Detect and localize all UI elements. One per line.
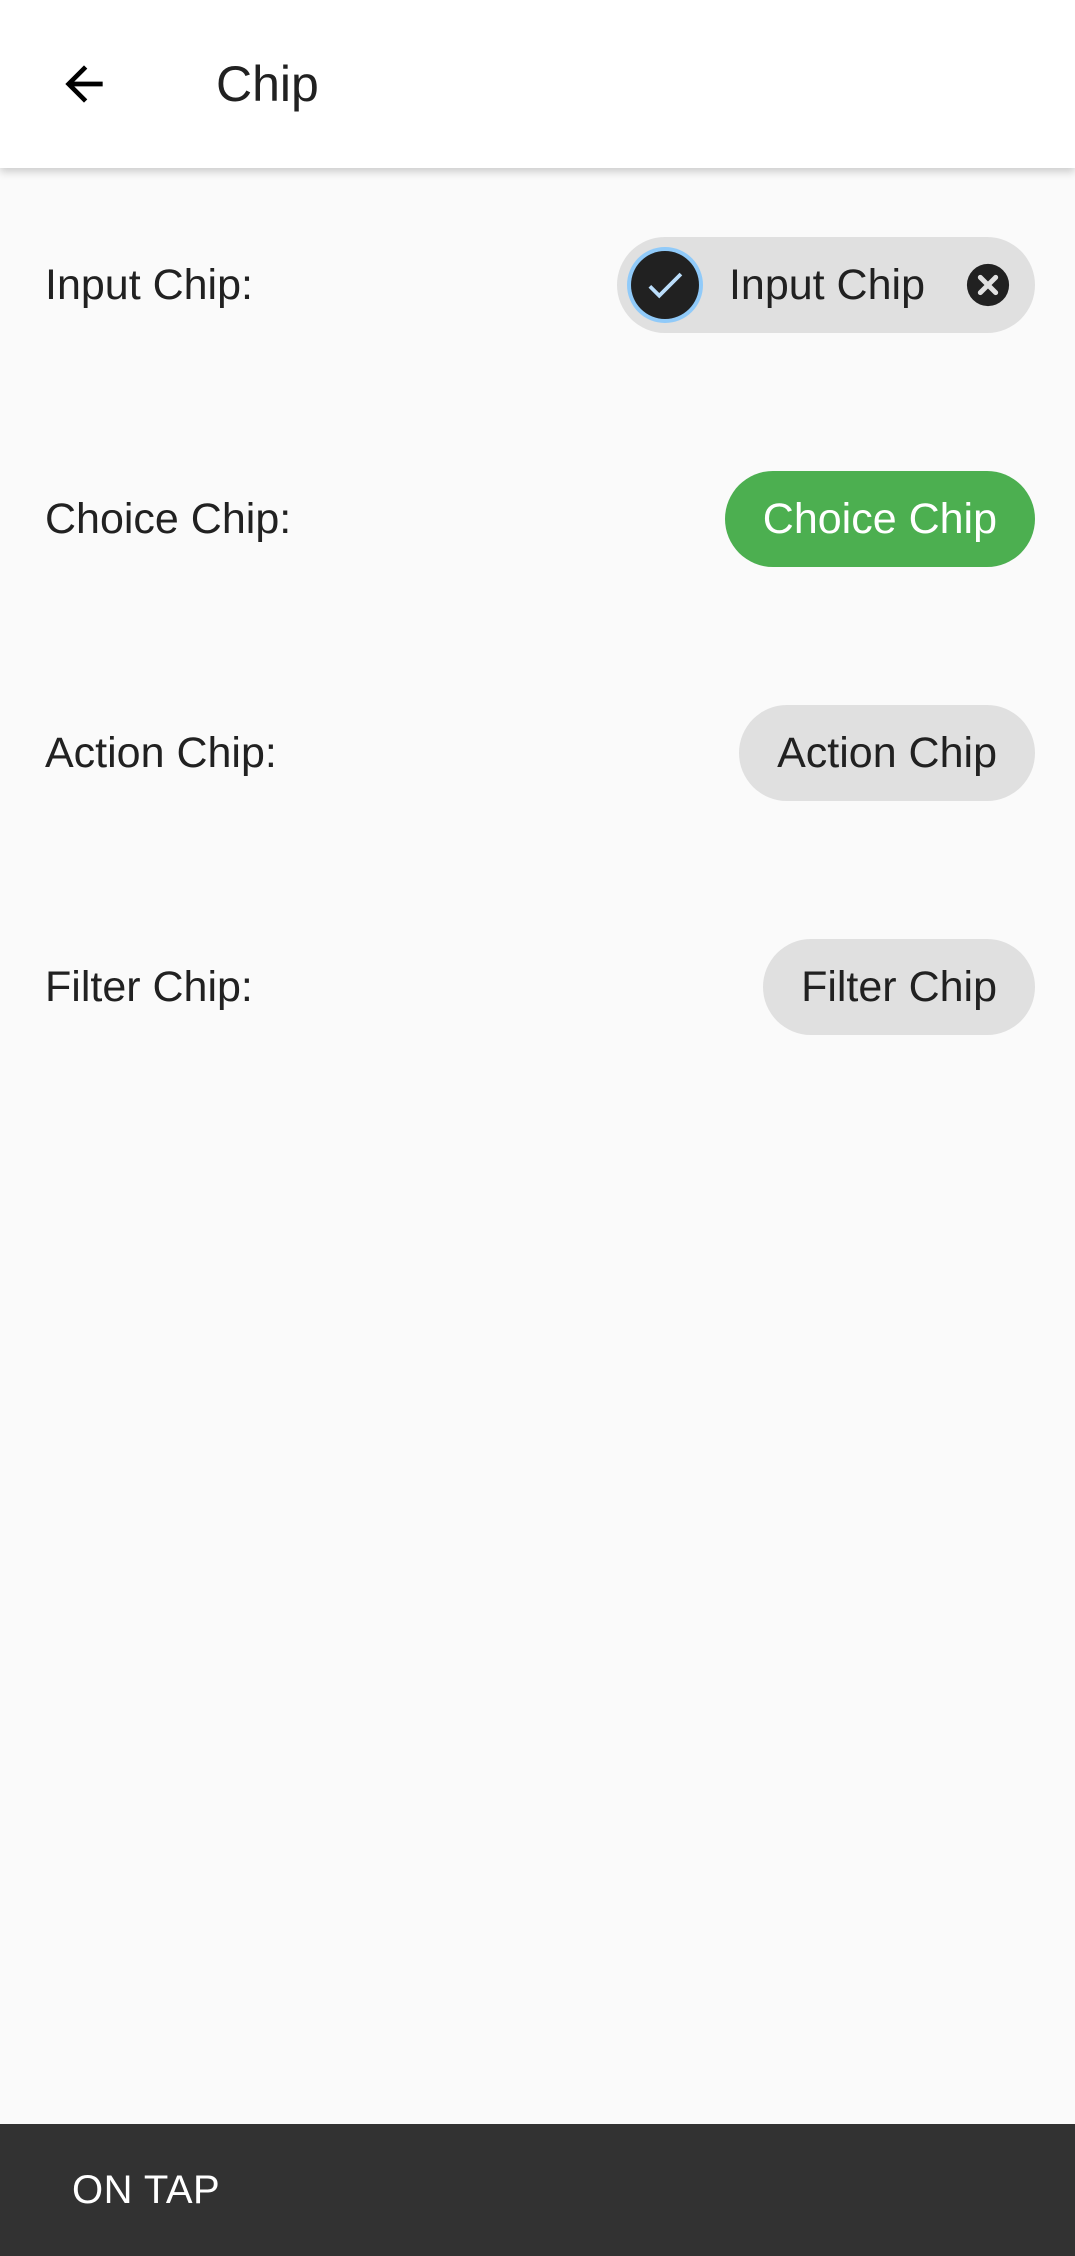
input-chip-label: Input Chip: [45,261,253,309]
action-chip-label: Action Chip: [45,729,277,777]
check-circle-icon [630,251,699,319]
input-chip[interactable]: Input Chip [616,237,1035,333]
page-title: Chip [216,56,319,112]
action-chip[interactable]: Action Chip [739,705,1035,801]
filter-chip-row: Filter Chip: Filter Chip [0,939,1075,1035]
choice-chip[interactable]: Choice Chip [724,471,1035,567]
filter-chip[interactable]: Filter Chip [763,939,1035,1035]
cancel-icon[interactable] [965,262,1011,308]
snackbar-message: ON TAP [72,2168,221,2212]
choice-chip-text: Choice Chip [762,494,997,543]
input-chip-text: Input Chip [728,260,925,309]
choice-chip-label: Choice Chip: [45,495,292,543]
filter-chip-text: Filter Chip [801,962,997,1011]
action-chip-text: Action Chip [777,728,997,777]
back-button[interactable] [44,44,124,124]
filter-chip-label: Filter Chip: [45,963,253,1011]
arrow-back-icon [65,65,103,103]
choice-chip-row: Choice Chip: Choice Chip [0,471,1075,567]
input-chip-row: Input Chip: Input Chip [0,237,1075,333]
app-bar: Chip [0,0,1075,168]
snackbar: ON TAP [0,2124,1075,2256]
action-chip-row: Action Chip: Action Chip [0,705,1075,801]
